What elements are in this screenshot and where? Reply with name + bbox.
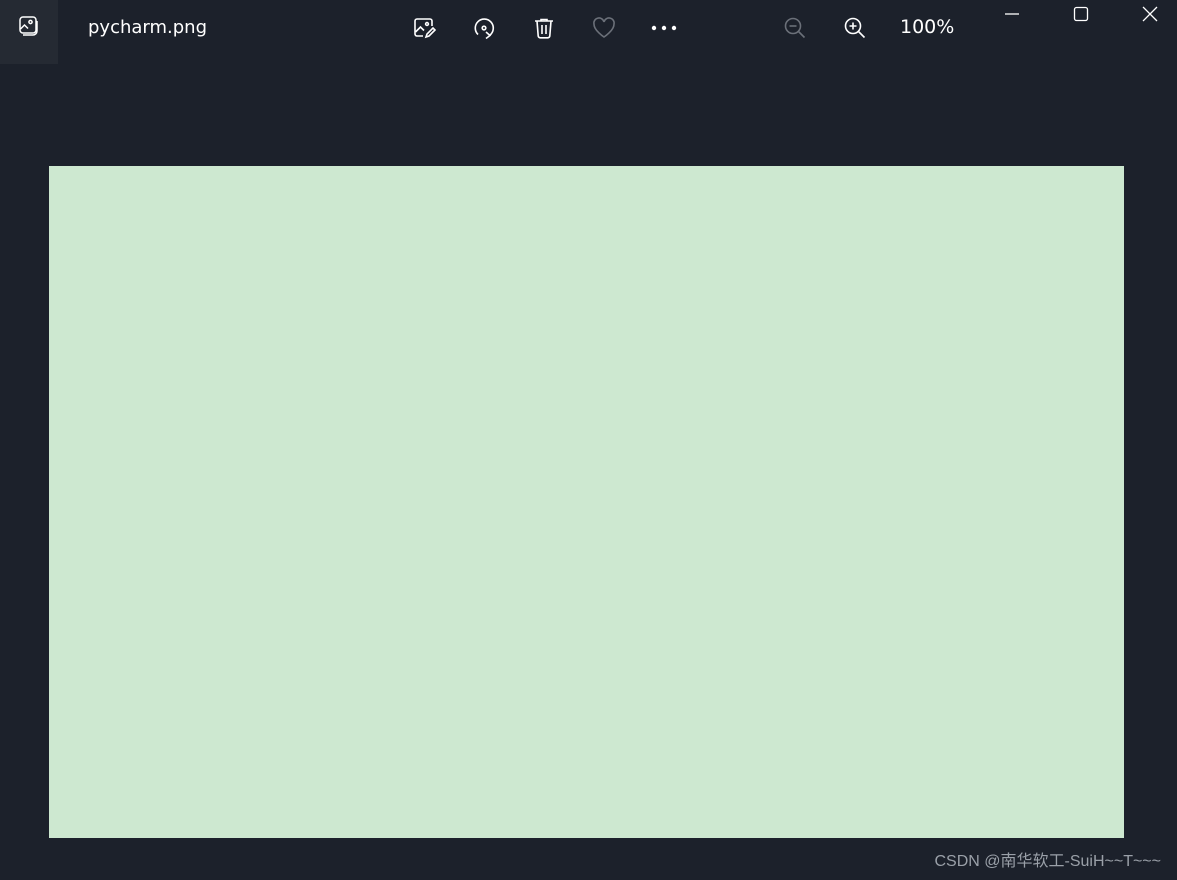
title-bar: pycharm.png 100% <box>0 0 1177 64</box>
zoom-out-icon <box>783 16 807 40</box>
zoom-level[interactable]: 100% <box>900 15 954 39</box>
zoom-in-button[interactable] <box>839 12 871 44</box>
maximize-icon <box>1073 6 1089 26</box>
minimize-button[interactable] <box>996 2 1028 30</box>
more-icon <box>650 24 678 32</box>
image-canvas[interactable] <box>49 166 1124 838</box>
minimize-icon <box>1004 6 1020 26</box>
zoom-in-icon <box>843 16 867 40</box>
rotate-icon <box>471 15 497 41</box>
edit-image-icon <box>411 15 437 41</box>
favorite-button[interactable] <box>588 12 620 44</box>
photos-app-icon <box>17 14 41 42</box>
zoom-out-button[interactable] <box>779 12 811 44</box>
heart-icon <box>591 16 617 40</box>
delete-button[interactable] <box>528 12 560 44</box>
watermark: CSDN @南华软工-SuiH~~T~~~ <box>934 853 1161 870</box>
trash-icon <box>532 16 556 40</box>
close-button[interactable] <box>1134 2 1166 30</box>
more-options-button[interactable] <box>648 12 680 44</box>
maximize-button[interactable] <box>1065 2 1097 30</box>
file-name: pycharm.png <box>88 17 208 38</box>
rotate-button[interactable] <box>468 12 500 44</box>
edit-image-button[interactable] <box>408 12 440 44</box>
app-menu-button[interactable] <box>0 0 58 64</box>
close-icon <box>1142 6 1158 26</box>
